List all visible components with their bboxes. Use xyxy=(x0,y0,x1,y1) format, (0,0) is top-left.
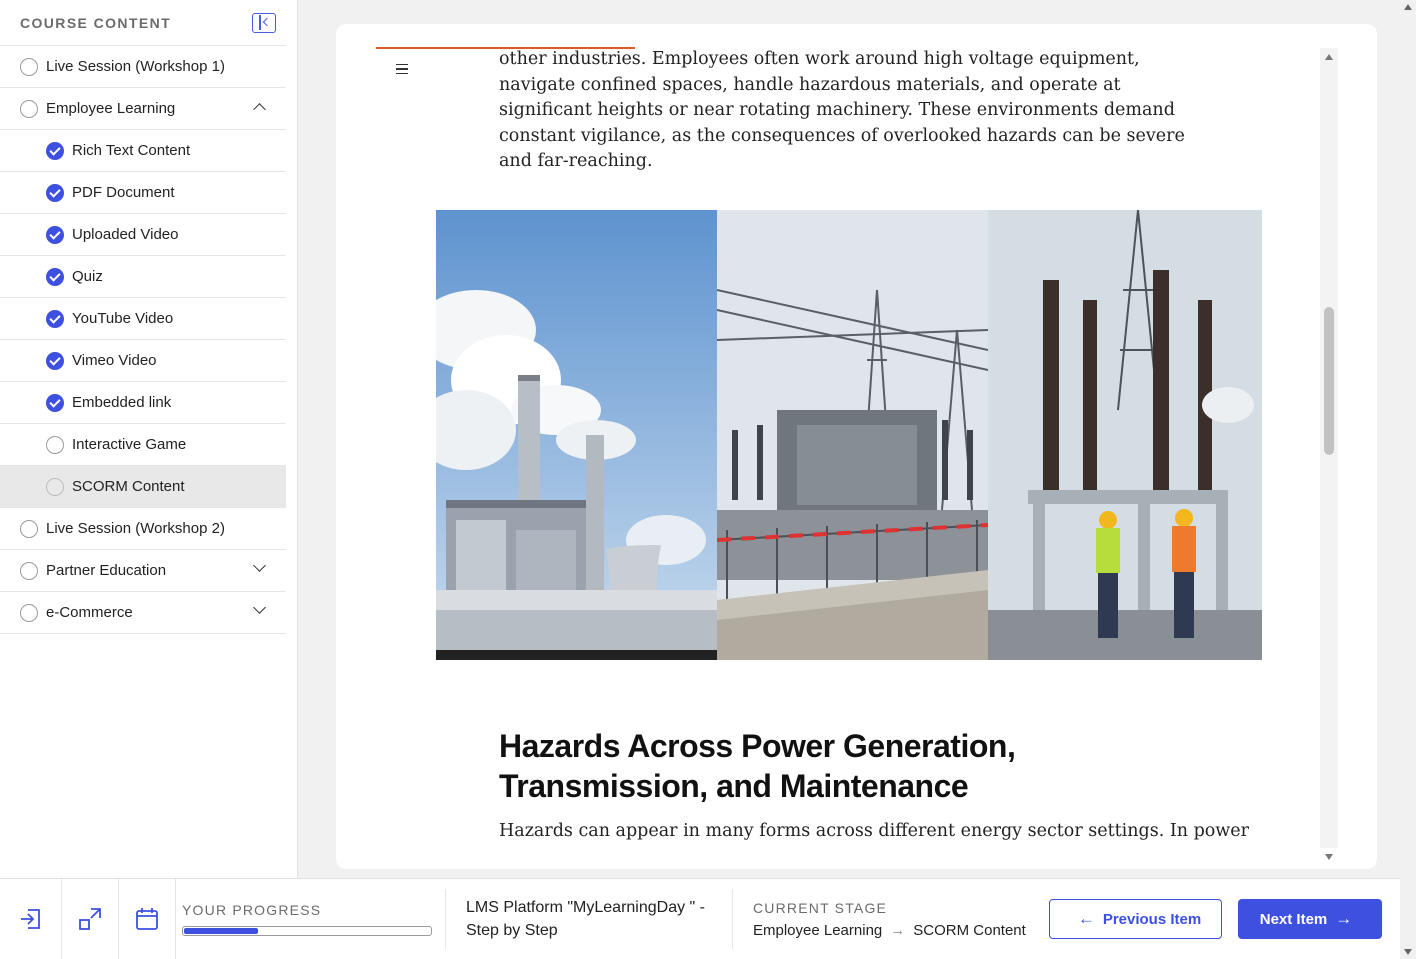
sidebar-item-label: Uploaded Video xyxy=(72,226,179,243)
progress-section: YOUR PROGRESS xyxy=(176,889,446,949)
stage-from: Employee Learning xyxy=(753,921,883,939)
sidebar-item-quiz[interactable]: Quiz xyxy=(0,256,286,298)
scrollbar-thumb[interactable] xyxy=(1324,307,1334,455)
sidebar-item-label: Interactive Game xyxy=(72,436,187,453)
current-stage-label: CURRENT STAGE xyxy=(753,899,888,916)
collapse-sidebar-icon[interactable] xyxy=(252,12,276,33)
sidebar-item-label: Live Session (Workshop 2) xyxy=(46,520,225,537)
chevron-up-icon[interactable] xyxy=(253,103,266,116)
scroll-up-icon[interactable] xyxy=(1325,54,1333,60)
sidebar-item-label: YouTube Video xyxy=(72,310,174,327)
incomplete-status-icon xyxy=(20,561,38,580)
substation-image xyxy=(717,210,988,660)
scroll-up-icon[interactable] xyxy=(1404,4,1412,10)
sidebar-title: COURSE CONTENT xyxy=(20,14,172,31)
fullscreen-button[interactable] xyxy=(62,878,119,959)
check-circle-icon xyxy=(46,393,64,412)
sidebar-item-youtube-video[interactable]: YouTube Video xyxy=(0,298,286,340)
course-outline: Live Session (Workshop 1) Employee Learn… xyxy=(0,46,286,634)
sidebar-item-label: PDF Document xyxy=(72,184,175,201)
energy-facilities-image xyxy=(436,210,1262,660)
menu-icon[interactable] xyxy=(396,64,408,74)
sidebar-item-ecommerce[interactable]: e-Commerce xyxy=(0,592,286,634)
next-item-label: Next Item xyxy=(1259,910,1328,928)
power-plant-image xyxy=(436,210,717,660)
arrow-right-icon: → xyxy=(1335,909,1353,928)
chevron-down-icon[interactable] xyxy=(253,601,266,614)
chevron-down-icon[interactable] xyxy=(253,559,266,572)
sidebar-item-employee-learning[interactable]: Employee Learning xyxy=(0,88,286,130)
sidebar-item-label: Employee Learning xyxy=(46,100,176,117)
lesson-paragraph: other industries. Employees often work a… xyxy=(499,49,1185,171)
previous-item-label: Previous Item xyxy=(1102,910,1202,928)
next-item-button[interactable]: Next Item → xyxy=(1238,899,1382,939)
sidebar-item-rich-text[interactable]: Rich Text Content xyxy=(0,130,286,172)
scroll-down-icon[interactable] xyxy=(1325,854,1333,860)
check-circle-icon xyxy=(46,183,64,202)
sidebar-item-label: SCORM Content xyxy=(72,478,185,495)
arrow-left-icon: ← xyxy=(1077,909,1095,928)
incomplete-status-icon xyxy=(46,477,64,496)
bottom-navigation-bar: YOUR PROGRESS LMS Platform "MyLearningDa… xyxy=(0,878,1400,959)
section-heading: Hazards Across Power Generation, Transmi… xyxy=(499,728,1016,804)
incomplete-status-icon xyxy=(20,603,38,622)
sidebar-item-label: Embedded link xyxy=(72,394,172,411)
exit-icon xyxy=(20,909,40,929)
progress-label: YOUR PROGRESS xyxy=(182,902,322,918)
exit-course-button[interactable] xyxy=(0,878,62,959)
sidebar-item-uploaded-video[interactable]: Uploaded Video xyxy=(0,214,286,256)
incomplete-status-icon xyxy=(46,435,64,454)
sidebar-item-label: Rich Text Content xyxy=(72,142,191,159)
incomplete-status-icon xyxy=(20,519,38,538)
lesson-content-frame[interactable]: other industries. Employees often work a… xyxy=(336,24,1377,869)
check-circle-icon xyxy=(46,141,64,160)
sidebar-item-label: Vimeo Video xyxy=(72,352,157,369)
progress-bar xyxy=(182,926,432,936)
expand-icon xyxy=(79,908,101,930)
calendar-icon xyxy=(136,908,158,930)
sidebar-item-interactive-game[interactable]: Interactive Game xyxy=(0,424,286,466)
sidebar-item-label: Live Session (Workshop 1) xyxy=(46,58,225,75)
stage-to: SCORM Content xyxy=(913,921,1026,939)
workers-maintenance-image xyxy=(988,210,1262,660)
lesson-paragraph: Hazards can appear in many forms across … xyxy=(499,821,1250,841)
content-scrollbar[interactable] xyxy=(1320,48,1338,860)
course-title: LMS Platform "MyLearningDay " - Step by … xyxy=(446,889,733,949)
course-sidebar: COURSE CONTENT Live Session (Workshop 1)… xyxy=(0,0,298,878)
arrow-right-icon: → xyxy=(890,921,906,939)
sidebar-item-scorm-content[interactable]: SCORM Content xyxy=(0,466,286,508)
sidebar-item-vimeo-video[interactable]: Vimeo Video xyxy=(0,340,286,382)
incomplete-status-icon xyxy=(20,99,38,118)
sidebar-item-embedded-link[interactable]: Embedded link xyxy=(0,382,286,424)
progress-bar-fill xyxy=(184,928,258,934)
check-circle-icon xyxy=(46,309,64,328)
sidebar-item-partner-education[interactable]: Partner Education xyxy=(0,550,286,592)
sidebar-item-pdf-document[interactable]: PDF Document xyxy=(0,172,286,214)
stage-breadcrumb: Employee Learning → SCORM Content xyxy=(753,922,1049,939)
sidebar-header: COURSE CONTENT xyxy=(0,0,286,46)
calendar-button[interactable] xyxy=(119,878,176,959)
check-circle-icon xyxy=(46,351,64,370)
scroll-down-icon[interactable] xyxy=(1404,949,1412,955)
sidebar-item-live-session-2[interactable]: Live Session (Workshop 2) xyxy=(0,508,286,550)
sidebar-item-label: Partner Education xyxy=(46,562,167,579)
sidebar-item-label: Quiz xyxy=(72,268,103,285)
page-scrollbar[interactable] xyxy=(1400,0,1416,959)
check-circle-icon xyxy=(46,267,64,286)
incomplete-status-icon xyxy=(20,57,38,76)
check-circle-icon xyxy=(46,225,64,244)
current-stage: CURRENT STAGE Employee Learning → SCORM … xyxy=(733,900,1049,939)
sidebar-item-live-session-1[interactable]: Live Session (Workshop 1) xyxy=(0,46,286,88)
sidebar-item-label: e-Commerce xyxy=(46,604,133,621)
previous-item-button[interactable]: ← Previous Item xyxy=(1049,899,1222,939)
